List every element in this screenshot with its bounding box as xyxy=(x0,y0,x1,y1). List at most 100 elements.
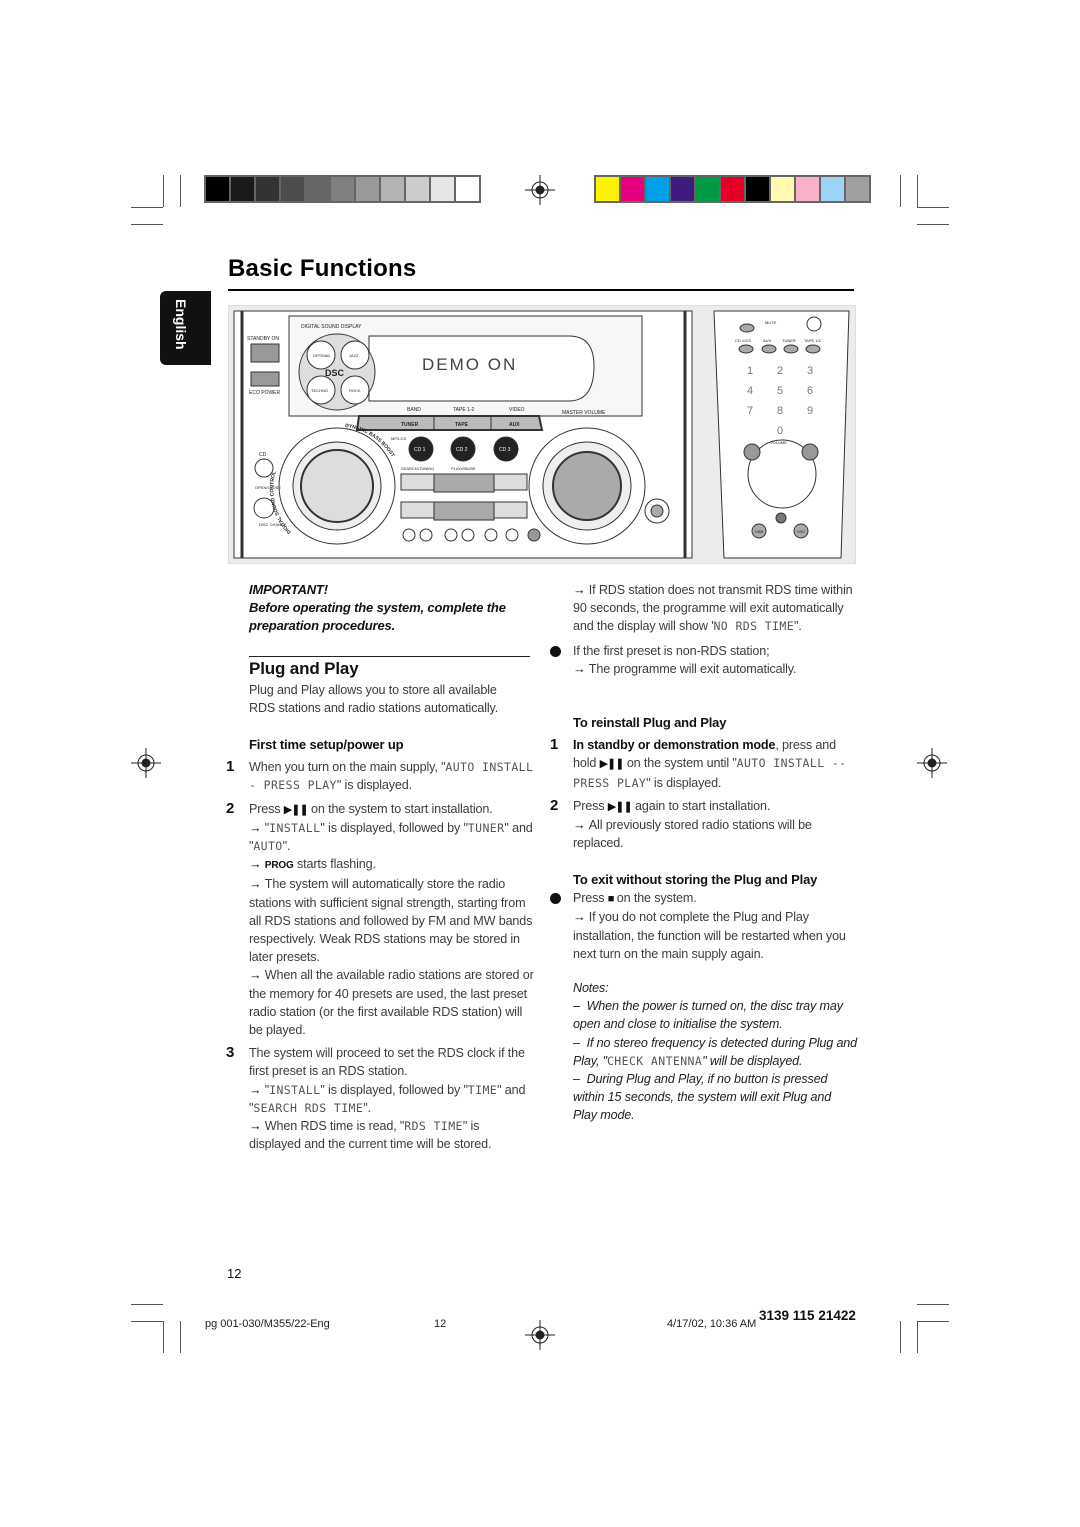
label-master-volume: MASTER VOLUME xyxy=(562,410,606,416)
play-pause-icon: ▶❚❚ xyxy=(607,800,633,813)
color-patch xyxy=(671,177,694,201)
text: ". xyxy=(794,619,802,634)
step-number: 3 xyxy=(226,1044,235,1062)
remote-tape: TAPE 1/2 xyxy=(804,338,822,343)
crop-mark xyxy=(131,224,163,225)
crop-mark xyxy=(917,224,949,225)
lcd-text: AUTO xyxy=(253,839,283,854)
language-label: English xyxy=(173,299,189,350)
cd3-button: CD 3 xyxy=(499,447,511,453)
registration-mark-icon xyxy=(525,175,555,205)
arrow-icon: → xyxy=(249,820,265,835)
label-cd: CD xyxy=(259,452,267,458)
arrow-icon: → xyxy=(249,1119,265,1134)
arrow-icon: → xyxy=(249,877,265,892)
text: The system will proceed to set the RDS c… xyxy=(249,1046,525,1079)
text: " is displayed. xyxy=(336,778,412,793)
label-mp3-cd: MP3-CD xyxy=(391,436,406,441)
step-1: 1 In standby or demonstration mode, pres… xyxy=(550,736,858,792)
remote-volume-label: VOLUME xyxy=(770,440,787,445)
step-number: 2 xyxy=(550,796,559,814)
remote-cd: CD 1/2/3 xyxy=(735,338,752,343)
color-patch xyxy=(596,177,619,201)
step-2: 2 Press ▶❚❚ on the system to start insta… xyxy=(226,800,534,1040)
color-patch xyxy=(331,177,354,201)
lcd-display-text: DEMO ON xyxy=(422,355,517,374)
rds-time-continued: → If RDS station does not transmit RDS t… xyxy=(550,581,858,678)
device-illustration: DIGITAL SOUND CONTROL DYNAMIC BASS BOOST… xyxy=(228,305,856,564)
first-time-setup: First time setup/power up 1 When you tur… xyxy=(226,736,534,1153)
footer-page: 12 xyxy=(434,1318,447,1330)
text: Press xyxy=(249,801,284,816)
dsc-mode-jazz: JAZZ xyxy=(349,353,359,358)
subheading: To reinstall Plug and Play xyxy=(573,715,727,730)
note: " will be displayed. xyxy=(702,1053,803,1068)
footer-code: 3139 115 21422 xyxy=(759,1308,856,1323)
registration-mark-icon xyxy=(525,1320,555,1350)
label-play-pause: PLAY•PAUSE xyxy=(451,466,476,471)
title-rule xyxy=(228,289,854,291)
color-patch xyxy=(771,177,794,201)
arrow-icon: → xyxy=(249,1082,265,1097)
label-search-tuning: SEARCH•TUNING xyxy=(401,466,434,471)
remote-aux: AUX xyxy=(763,338,772,343)
text: The system will automatically store the … xyxy=(249,877,533,965)
remote-digit: 6 xyxy=(807,385,813,397)
crop-mark xyxy=(163,175,164,207)
lcd-text: RDS TIME xyxy=(404,1119,463,1134)
source-tuner: TUNER xyxy=(401,422,419,428)
label-dsc: DSC xyxy=(325,368,345,378)
registration-mark-icon xyxy=(917,748,947,778)
prog-label: PROG xyxy=(264,860,294,872)
play-pause-icon: ▶❚❚ xyxy=(283,803,309,816)
source-aux: AUX xyxy=(509,422,520,428)
exit-section: To exit without storing the Plug and Pla… xyxy=(550,871,858,963)
arrow-icon: → xyxy=(573,910,589,925)
bullet-icon xyxy=(550,645,561,657)
subheading: First time setup/power up xyxy=(249,737,404,752)
color-patch xyxy=(646,177,669,201)
color-patch xyxy=(456,177,479,201)
note: During Plug and Play, if no button is pr… xyxy=(573,1072,832,1123)
remote-digit: 9 xyxy=(807,405,813,417)
arrow-icon: → xyxy=(573,583,589,597)
arrow-icon: → xyxy=(249,857,265,872)
cd2-button: CD 2 xyxy=(456,447,468,453)
color-bar xyxy=(594,175,871,203)
color-patch xyxy=(621,177,644,201)
language-tab: English xyxy=(160,291,211,365)
footer-file: pg 001-030/M355/22-Eng xyxy=(205,1318,330,1330)
color-patch xyxy=(281,177,304,201)
dsc-mode-rock: ROCK xyxy=(349,388,361,393)
crop-mark xyxy=(131,207,163,208)
color-patch xyxy=(206,177,229,201)
crop-mark xyxy=(900,1321,901,1353)
remote-dbb: DBB xyxy=(755,529,764,534)
label-band: BAND xyxy=(407,407,421,413)
text: When you turn on the main supply, " xyxy=(249,760,446,775)
color-patch xyxy=(746,177,769,201)
lcd-text: TIME xyxy=(467,1082,498,1097)
text: When all the available radio stations ar… xyxy=(249,968,534,1038)
important-title: IMPORTANT! xyxy=(249,582,328,597)
label-disc-change: DISC CHANGE xyxy=(259,522,287,527)
remote-digit: 8 xyxy=(777,405,783,417)
crop-mark xyxy=(131,1321,163,1322)
text: on the system to start installation. xyxy=(307,801,493,816)
color-patch xyxy=(846,177,869,201)
crop-mark xyxy=(917,1304,949,1305)
remote-digit: 3 xyxy=(807,365,813,377)
plug-and-play-section: Plug and Play Plug and Play allows you t… xyxy=(249,657,534,717)
subheading: To exit without storing the Plug and Pla… xyxy=(573,872,818,887)
text: If you do not complete the Plug and Play… xyxy=(573,910,846,961)
bullet-item: Press ■ on the system. → If you do not c… xyxy=(550,889,858,963)
arrow-icon: → xyxy=(573,661,589,676)
text: If the first preset is non-RDS station; xyxy=(573,643,770,658)
step-2: 2 Press ▶❚❚ again to start installation.… xyxy=(550,797,858,853)
section-intro: Plug and Play allows you to store all av… xyxy=(249,683,499,716)
arrow-icon: → xyxy=(249,968,265,983)
section-heading: Plug and Play xyxy=(249,659,359,678)
important-text: Before operating the system, complete th… xyxy=(249,600,506,634)
cd1-button: CD 1 xyxy=(414,447,426,453)
label-video: VIDEO xyxy=(509,407,525,413)
